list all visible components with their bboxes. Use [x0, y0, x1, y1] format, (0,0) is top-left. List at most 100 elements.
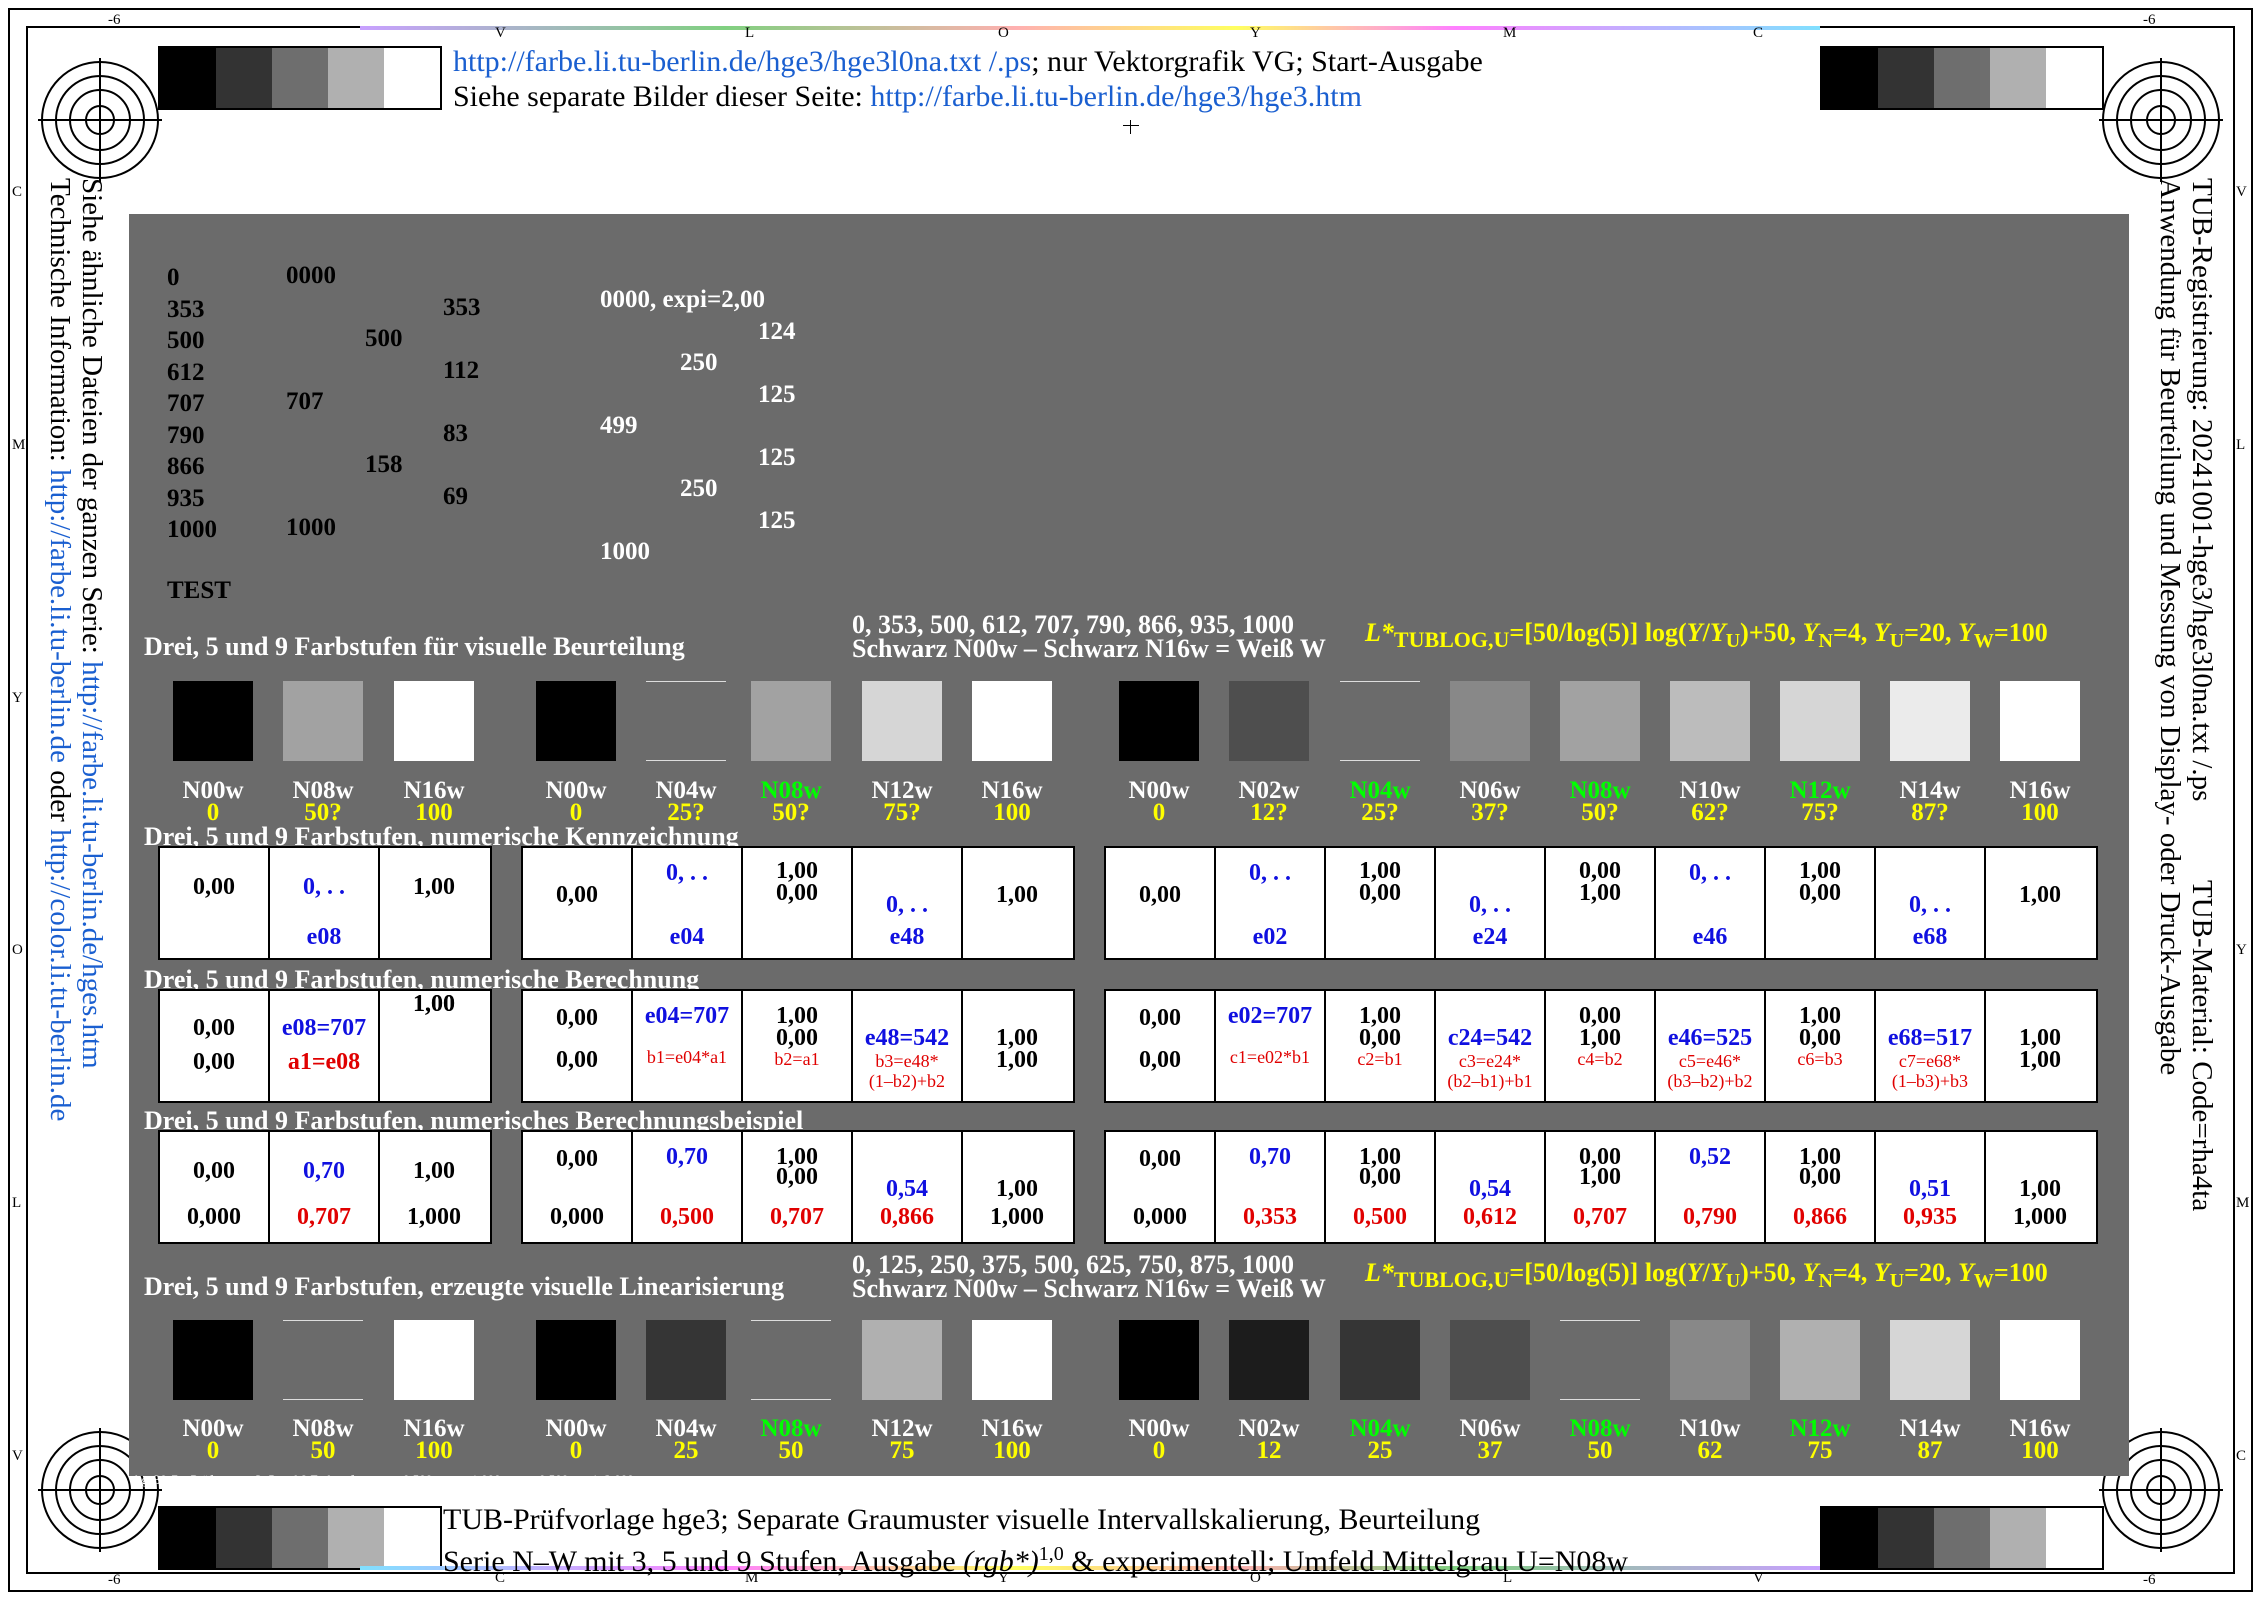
table-cell: 1,00 1,00	[1986, 991, 2094, 1101]
table-cell: 1,00 0,00 0,707	[743, 1132, 853, 1242]
left-link-color[interactable]: http://color.li.tu-berlin.de	[44, 829, 76, 1121]
table-cell: 1,00 0,00 c6=b3	[1766, 991, 1876, 1101]
cell-text: 0,935	[1903, 1204, 1957, 1230]
formula-1: L*TUBLOG,U=[50/log(5)] log(Y/YU)+50, YN=…	[1365, 618, 2048, 653]
edge-colorbar-top	[360, 26, 1820, 30]
value-table: 0,00 0, . . e02 1,00 0,00 0, . . e24 0,00 1,00 0,…	[1104, 846, 2098, 960]
table-cell: 0,00	[160, 848, 270, 958]
header-line-2: Siehe separate Bilder dieser Seite: http…	[453, 79, 1362, 115]
cell-text: e68	[1912, 924, 1948, 950]
swatch-value-label: 100	[2021, 799, 2059, 826]
cell-text: c1=e02*b1	[1229, 1047, 1311, 1067]
table-cell: e04=707 b1=e04*a1	[633, 991, 743, 1101]
gray-swatch	[751, 681, 831, 761]
cell-text: e46=525	[1667, 1025, 1753, 1051]
cell-text: 0,500	[660, 1204, 714, 1230]
gray-swatch	[972, 681, 1052, 761]
right-side-material: TUB-Material: Code=rha4ta	[2186, 880, 2218, 1211]
swatch-value-label: 75?	[883, 799, 921, 826]
table-cell: 0,52 0,790	[1656, 1132, 1766, 1242]
cell-text: 0,70	[1249, 1144, 1291, 1170]
cell-text: 1,00	[413, 1158, 455, 1184]
table-cell: 1,00 1,00	[963, 991, 1071, 1101]
cell-text: 0,00	[776, 1025, 818, 1051]
cell-text: 1,000	[407, 1204, 461, 1230]
cell-text: 0,707	[297, 1204, 351, 1230]
cell-text: 1,00	[2019, 882, 2061, 908]
swatch-value-label: 12?	[1250, 799, 1288, 826]
edge-letter-top: C	[1753, 25, 1764, 41]
table-cell: 0,00	[523, 848, 633, 958]
cell-text: 1,000	[990, 1204, 1044, 1230]
edge-letter-left: L	[12, 1195, 22, 1211]
cell-text: 1,00	[413, 991, 455, 1017]
table-cell: 0, . . e04	[633, 848, 743, 958]
left-link-hges[interactable]: http://farbe.li.tu-berlin.de/hges.htm	[76, 661, 108, 1069]
gray-swatch	[283, 681, 363, 761]
corner-mark: -6	[108, 1572, 121, 1588]
cell-text: 0,707	[1573, 1204, 1627, 1230]
table-cell: 1,00 0,00 0,866	[1766, 1132, 1876, 1242]
cell-text: 0,00	[1139, 1005, 1181, 1031]
cell-text: 0,00	[556, 1146, 598, 1172]
cell-text: 1,00	[2019, 1047, 2061, 1073]
cell-text: 0,00	[1799, 1164, 1841, 1190]
cell-text: 0,00	[1139, 882, 1181, 908]
swatch-value-label: 100	[993, 1437, 1031, 1464]
right-line-2: Anwendung für Beurteilung und Messung vo…	[2154, 178, 2186, 1076]
swatch-value-label: 62?	[1691, 799, 1729, 826]
gray-swatch	[536, 1320, 616, 1400]
value-table: 0,00 0, . . e04 1,00 0,00 0, . . e48 1,00	[521, 846, 1075, 960]
gray-swatch	[1450, 1320, 1530, 1400]
test-col2-top: 0000	[286, 262, 336, 289]
value-table: 0,00 0,000 0,70 0,707 1,00 1,000	[158, 1130, 492, 1244]
cell-text: c7=e68*	[1898, 1051, 1962, 1071]
test-label: TEST	[167, 577, 231, 604]
swatch-value-label: 50	[778, 1437, 804, 1464]
table-cell: e08=707 a1=e08	[270, 991, 380, 1101]
swatch-value-label: 87	[1917, 1437, 1943, 1464]
cell-text: e24	[1472, 924, 1508, 950]
test-right-0: 124	[758, 318, 796, 345]
table-cell: 0,00 0,000	[523, 1132, 633, 1242]
swatch-value-label: 0	[569, 1437, 583, 1464]
gray-swatch	[1560, 681, 1640, 761]
value-table: 0,00 0,00 e04=707 b1=e04*a1 1,00 0,00 b2=a1 e48…	[521, 989, 1075, 1103]
value-table: 0,00 0,000 0,70 0,353 1,00 0,00 0,500 0,54 0,612…	[1104, 1130, 2098, 1244]
gray-swatch	[1340, 1320, 1420, 1400]
cell-text: b2=a1	[774, 1049, 820, 1069]
gray-swatch	[1670, 1320, 1750, 1400]
header-link-htm[interactable]: http://farbe.li.tu-berlin.de/hge3/hge3.h…	[870, 80, 1362, 113]
gray-swatch	[394, 1320, 474, 1400]
left-line-1: Siehe ähnliche Dateien der ganzen Serie:	[76, 178, 108, 662]
swatch-value-label: 100	[415, 1437, 453, 1464]
cell-text: 0,00	[776, 1164, 818, 1190]
test-col2-a: 707	[286, 388, 324, 415]
table-cell: 0,00 0,00	[160, 991, 270, 1101]
cell-text: 0,353	[1243, 1204, 1297, 1230]
cell-text: 0,790	[1683, 1204, 1737, 1230]
cell-text: c6=b3	[1797, 1049, 1843, 1069]
table-cell: 1,00 1,000	[1986, 1132, 2094, 1242]
table-cell: 0,00 1,00 c4=b2	[1546, 991, 1656, 1101]
gray-swatch	[751, 1320, 831, 1400]
cell-text: 0,000	[550, 1204, 604, 1230]
left-side-text: Siehe ähnliche Dateien der ganzen Serie:…	[44, 178, 108, 1121]
left-link-farbe[interactable]: http://farbe.li.tu-berlin.de	[44, 469, 76, 763]
test-col1: 0 353 500 612 707 790 866 935 1000	[167, 264, 217, 543]
test-mid-2: 250	[680, 475, 718, 502]
registration-mark-top-left-icon	[38, 58, 162, 182]
table-cell: e68=517 c7=e68* (1–b3)+b3	[1876, 991, 1986, 1101]
gray-swatch	[1119, 681, 1199, 761]
footer-line-1: TUB-Prüfvorlage hge3; Separate Graumuste…	[443, 1503, 1481, 1536]
gray-swatch	[1229, 1320, 1309, 1400]
cell-text: e46	[1692, 924, 1728, 950]
cell-text: (1–b3)+b3	[1891, 1071, 1969, 1091]
test-col4-3: 69	[443, 483, 468, 510]
table-cell: 1,00 1,000	[963, 1132, 1071, 1242]
cell-text: c2=b1	[1357, 1049, 1403, 1069]
test-col3-b: 158	[365, 451, 403, 478]
gray-swatch	[862, 1320, 942, 1400]
header-link-txt[interactable]: http://farbe.li.tu-berlin.de/hge3/hge3l0…	[453, 45, 1031, 78]
cell-text: 0,54	[1469, 1176, 1511, 1202]
